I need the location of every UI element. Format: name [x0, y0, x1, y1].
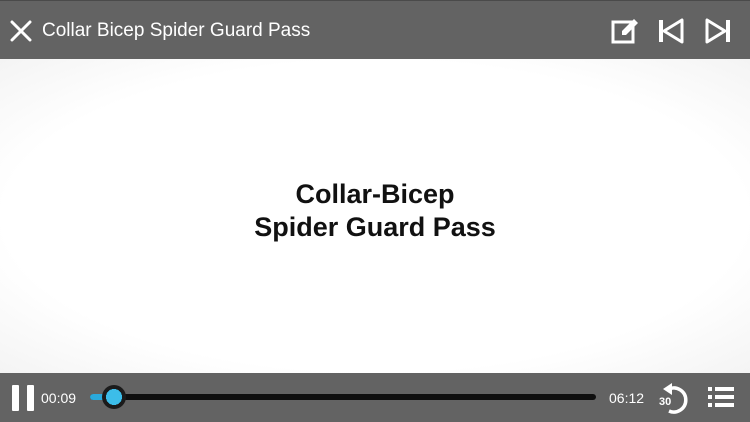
replay-30-label: 30 — [659, 396, 672, 408]
close-button[interactable] — [8, 18, 34, 44]
top-bar: Collar Bicep Spider Guard Pass — [0, 0, 750, 59]
pause-icon-bar-left — [12, 385, 19, 411]
page-title: Collar Bicep Spider Guard Pass — [42, 20, 311, 41]
edit-note-icon — [611, 19, 638, 44]
progress-thumb[interactable] — [102, 385, 126, 409]
video-title-card: Collar-Bicep Spider Guard Pass — [0, 178, 750, 244]
previous-video-button[interactable] — [656, 16, 686, 46]
replay-30-button[interactable]: 30 — [657, 381, 691, 415]
next-video-button[interactable] — [703, 16, 733, 46]
close-icon — [10, 20, 32, 42]
pause-icon-bar-right — [27, 385, 34, 411]
video-player: Collar Bicep Spider Guard Pass Collar-Bi… — [0, 0, 750, 422]
progress-slider[interactable] — [90, 385, 596, 409]
video-title-line-1: Collar-Bicep — [295, 179, 455, 209]
skip-previous-icon — [659, 18, 684, 44]
skip-next-icon — [705, 18, 730, 44]
playlist-button[interactable] — [707, 384, 735, 410]
list-icon — [708, 387, 734, 407]
edit-note-button[interactable] — [610, 16, 640, 46]
video-title-line-2: Spider Guard Pass — [254, 212, 496, 242]
elapsed-time: 00:09 — [41, 390, 77, 406]
total-duration: 06:12 — [609, 390, 645, 406]
video-surface[interactable]: Collar-Bicep Spider Guard Pass — [0, 59, 750, 373]
playback-controls: 00:09 06:12 30 — [0, 373, 750, 422]
pause-button[interactable] — [12, 385, 34, 411]
